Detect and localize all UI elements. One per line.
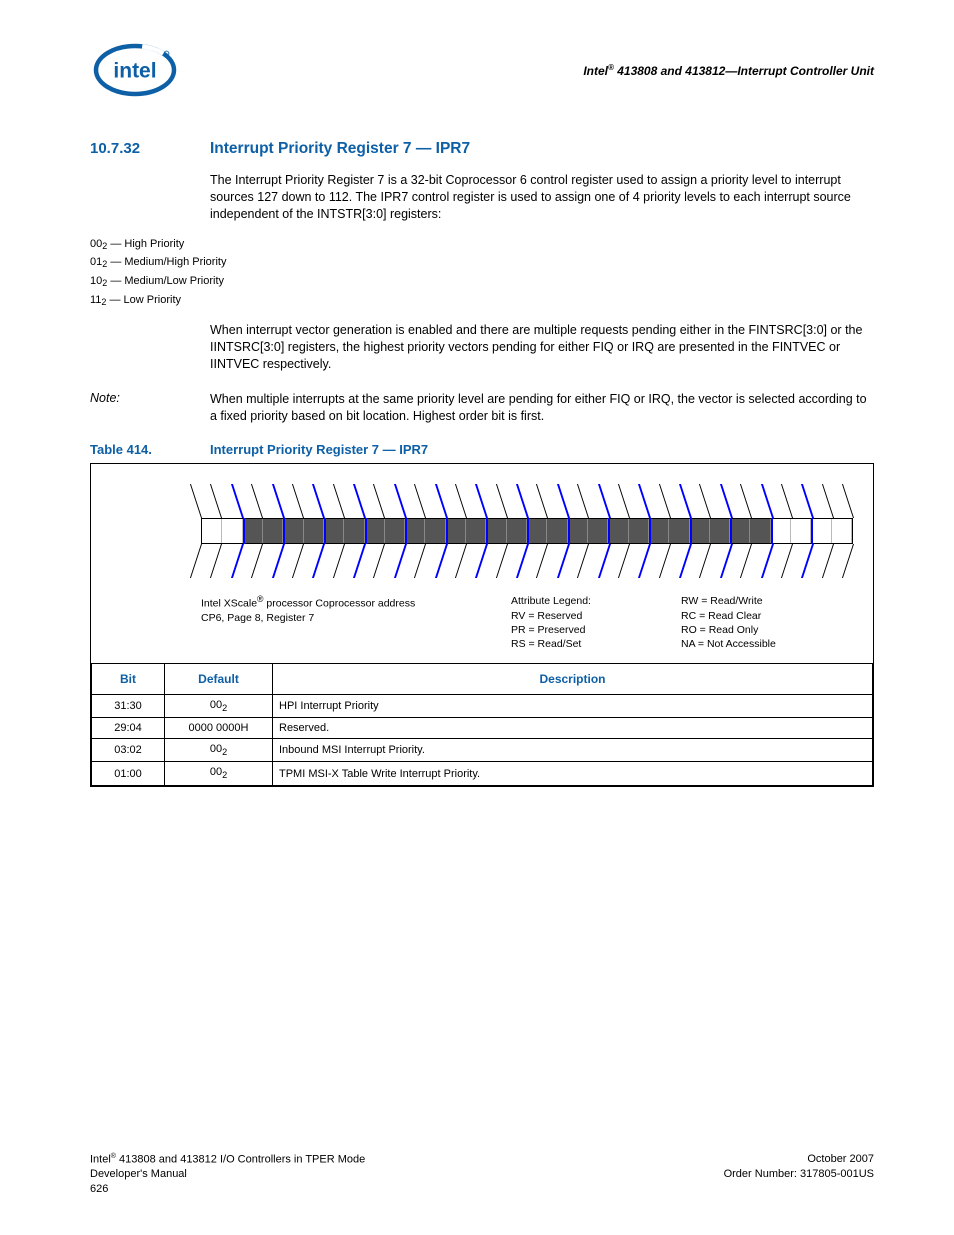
cell-description: TPMI MSI-X Table Write Interrupt Priorit… (273, 762, 873, 785)
cell-bit: 31:30 (92, 695, 165, 718)
footer-right-line2: Order Number: 317805-001US (724, 1167, 874, 1182)
legend-row: Intel XScale® processor Coprocessor addr… (111, 594, 853, 651)
bit-cell (283, 519, 303, 543)
priority-list-item: 112 — Low Priority (90, 293, 874, 308)
legend-address: Intel XScale® processor Coprocessor addr… (201, 594, 511, 651)
bit-cell (243, 519, 263, 543)
bit-strip (201, 518, 853, 544)
section-heading: 10.7.32 Interrupt Priority Register 7 — … (90, 140, 874, 158)
bit-cell (263, 519, 283, 543)
legend-attr-item: RV = Reserved (511, 609, 681, 623)
section-para-2: When interrupt vector generation is enab… (210, 322, 874, 373)
bit-cell (629, 519, 649, 543)
section-title: Interrupt Priority Register 7 — IPR7 (210, 140, 470, 158)
bit-cell (385, 519, 405, 543)
bit-cell (507, 519, 527, 543)
bit-table-header-desc: Description (273, 664, 873, 695)
register-diagram-box: Intel XScale® processor Coprocessor addr… (90, 463, 874, 786)
table-row: 31:30002HPI Interrupt Priority (92, 695, 873, 718)
bit-cell (324, 519, 344, 543)
table-caption: Table 414. Interrupt Priority Register 7… (90, 442, 874, 457)
bit-cell (466, 519, 486, 543)
note-block: Note: When multiple interrupts at the sa… (90, 391, 874, 425)
cell-description: Inbound MSI Interrupt Priority. (273, 739, 873, 762)
legend-attrs-right: RW = Read/WriteRC = Read ClearRO = Read … (681, 594, 851, 651)
cell-default: 002 (165, 762, 273, 785)
bit-ticks-top (201, 482, 853, 518)
bit-cell (791, 519, 811, 543)
table-row: 03:02002Inbound MSI Interrupt Priority. (92, 739, 873, 762)
bit-cell (690, 519, 710, 543)
bit-cell (608, 519, 628, 543)
page-footer: Intel® 413808 and 413812 I/O Controllers… (90, 1152, 874, 1197)
cell-description: HPI Interrupt Priority (273, 695, 873, 718)
priority-list-item: 012 — Medium/High Priority (90, 255, 874, 270)
section-number: 10.7.32 (90, 140, 180, 158)
cell-default: 0000 0000H (165, 718, 273, 739)
bit-cell (811, 519, 831, 543)
bit-table-header-default: Default (165, 664, 273, 695)
priority-levels-list: 002 — High Priority 012 — Medium/High Pri… (90, 237, 874, 308)
cell-bit: 03:02 (92, 739, 165, 762)
priority-list-item: 002 — High Priority (90, 237, 874, 252)
bit-cell (486, 519, 506, 543)
footer-left-line1: Intel® 413808 and 413812 I/O Controllers… (90, 1152, 365, 1168)
footer-left-line2: Developer's Manual (90, 1167, 365, 1182)
page-header: intel R Intel® 413808 and 413812—Interru… (90, 40, 874, 100)
cell-description: Reserved. (273, 718, 873, 739)
table-caption-title: Interrupt Priority Register 7 — IPR7 (210, 442, 428, 457)
cell-default: 002 (165, 739, 273, 762)
bit-cell (344, 519, 364, 543)
table-row: 29:040000 0000HReserved. (92, 718, 873, 739)
bit-cell (771, 519, 791, 543)
bit-cell (222, 519, 242, 543)
header-doc-title: Intel® 413808 and 413812—Interrupt Contr… (583, 63, 874, 78)
legend-addr-line2: CP6, Page 8, Register 7 (201, 611, 511, 625)
legend-attr-item: RO = Read Only (681, 623, 851, 637)
cell-bit: 29:04 (92, 718, 165, 739)
bit-cell (730, 519, 750, 543)
footer-left: Intel® 413808 and 413812 I/O Controllers… (90, 1152, 365, 1197)
legend-addr-line1: Intel XScale® processor Coprocessor addr… (201, 594, 511, 611)
footer-right: October 2007 Order Number: 317805-001US (724, 1152, 874, 1182)
note-label: Note: (90, 391, 180, 425)
bit-cell (405, 519, 425, 543)
legend-attr-item: RC = Read Clear (681, 609, 851, 623)
bit-cell (649, 519, 669, 543)
legend-attr-item: PR = Preserved (511, 623, 681, 637)
legend-attr-item: NA = Not Accessible (681, 637, 851, 651)
bit-ticks-bottom (201, 544, 853, 580)
footer-page-number: 626 (90, 1182, 365, 1197)
bit-cell (365, 519, 385, 543)
table-row: 01:00002TPMI MSI-X Table Write Interrupt… (92, 762, 873, 785)
bit-cell (527, 519, 547, 543)
footer-right-line1: October 2007 (724, 1152, 874, 1167)
bit-cell (750, 519, 770, 543)
bit-cell (202, 519, 222, 543)
svg-text:intel: intel (113, 60, 156, 83)
legend-attr-item: RW = Read/Write (681, 594, 851, 608)
bit-cell (547, 519, 567, 543)
bit-table-header-row: Bit Default Description (92, 664, 873, 695)
bit-cell (568, 519, 588, 543)
bit-cell (588, 519, 608, 543)
bit-table-header-bit: Bit (92, 664, 165, 695)
bit-cell (425, 519, 445, 543)
intel-logo: intel R (90, 40, 180, 100)
bit-field-table: Bit Default Description 31:30002HPI Inte… (91, 663, 873, 786)
priority-list-item: 102 — Medium/Low Priority (90, 274, 874, 289)
bit-cell (832, 519, 852, 543)
table-caption-number: Table 414. (90, 442, 180, 457)
bit-cell (446, 519, 466, 543)
legend-attr-title: Attribute Legend: (511, 594, 681, 608)
legend-attr-item: RS = Read/Set (511, 637, 681, 651)
cell-bit: 01:00 (92, 762, 165, 785)
note-body: When multiple interrupts at the same pri… (210, 391, 874, 425)
bit-cell (304, 519, 324, 543)
section-para-1: The Interrupt Priority Register 7 is a 3… (210, 172, 874, 223)
legend-attrs-left: Attribute Legend: RV = ReservedPR = Pres… (511, 594, 681, 651)
bit-cell (669, 519, 689, 543)
bit-cell (710, 519, 730, 543)
cell-default: 002 (165, 695, 273, 718)
